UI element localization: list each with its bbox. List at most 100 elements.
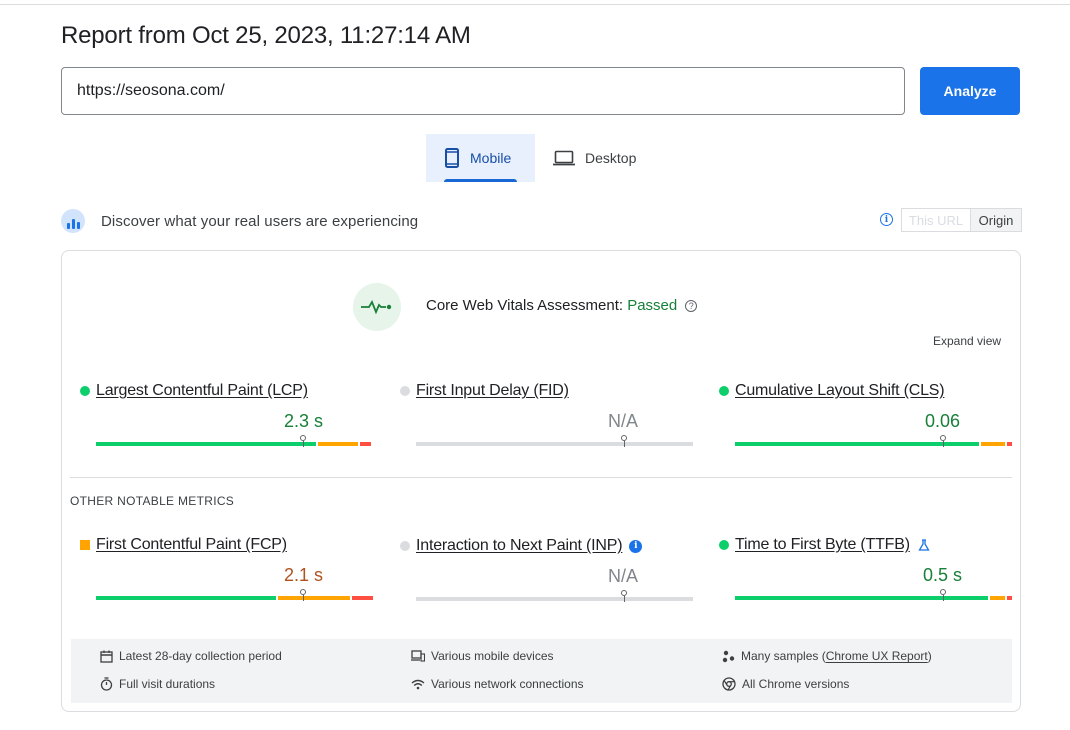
metric-name[interactable]: Cumulative Layout Shift (CLS) xyxy=(735,382,945,400)
report-title: Report from Oct 25, 2023, 11:27:14 AM xyxy=(61,22,471,49)
metric-ttfb: Time to First Byte (TTFB) 0.5 s xyxy=(719,536,1012,601)
bar-poor xyxy=(360,442,371,446)
distribution-bar xyxy=(96,596,373,600)
metric-header: Time to First Byte (TTFB) xyxy=(719,536,930,554)
section-divider xyxy=(70,477,1012,478)
metric-name[interactable]: First Input Delay (FID) xyxy=(416,382,569,400)
heartbeat-icon xyxy=(353,283,401,331)
metric-name[interactable]: First Contentful Paint (FCP) xyxy=(96,536,287,554)
collection-period-label: Latest 28-day collection period xyxy=(119,649,282,663)
bar-poor xyxy=(1007,442,1012,446)
chrome-versions: All Chrome versions xyxy=(722,677,849,691)
device-tabs: Mobile Desktop xyxy=(426,134,654,182)
calendar-icon xyxy=(100,650,113,663)
metric-value: 0.06 xyxy=(925,411,961,431)
tab-mobile-label: Mobile xyxy=(470,150,512,166)
metric-header: Largest Contentful Paint (LCP) xyxy=(80,382,308,400)
analyze-button[interactable]: Analyze xyxy=(920,67,1020,115)
devices-label: Various mobile devices xyxy=(431,649,554,663)
bar-na xyxy=(416,597,693,601)
devices-icon xyxy=(411,650,425,662)
percentile-marker xyxy=(940,589,946,603)
chrome-versions-label: All Chrome versions xyxy=(742,677,850,691)
other-metrics-heading: OTHER NOTABLE METRICS xyxy=(70,494,235,508)
distribution-bar xyxy=(96,442,373,446)
metric-header: First Input Delay (FID) xyxy=(400,382,569,400)
field-data-card: Core Web Vitals Assessment: Passed? Expa… xyxy=(61,250,1021,712)
bar-average xyxy=(990,596,1005,600)
distribution-bar xyxy=(735,442,1012,446)
bar-good xyxy=(735,596,988,600)
collection-period: Latest 28-day collection period xyxy=(100,649,282,663)
network: Various network connections xyxy=(411,677,584,691)
bar-na xyxy=(416,442,693,446)
bar-poor xyxy=(352,596,373,600)
metric-lcp: Largest Contentful Paint (LCP) 2.3 s xyxy=(80,382,371,447)
metric-inp: Interaction to Next Paint (INP) i N/A xyxy=(400,537,693,602)
bar-good xyxy=(96,596,276,600)
chrome-ux-report-link[interactable]: Chrome UX Report xyxy=(826,649,928,663)
tab-desktop[interactable]: Desktop xyxy=(535,134,654,182)
cwv-assessment-status: Passed xyxy=(627,297,678,314)
info-icon[interactable]: i xyxy=(880,213,893,226)
metric-value: N/A xyxy=(608,566,639,586)
metric-name[interactable]: Largest Contentful Paint (LCP) xyxy=(96,382,308,400)
info-icon[interactable]: i xyxy=(629,539,643,553)
distribution-bar xyxy=(735,596,1012,600)
network-label: Various network connections xyxy=(431,677,584,691)
metric-value: 0.5 s xyxy=(923,565,963,585)
percentile-marker xyxy=(300,589,306,603)
active-tab-indicator xyxy=(444,179,517,182)
samples-prefix: Many samples ( xyxy=(741,649,826,663)
field-data-header: Discover what your real users are experi… xyxy=(61,207,1021,235)
metric-header: Interaction to Next Paint (INP) i xyxy=(400,537,643,555)
metric-value: 2.3 s xyxy=(284,411,324,431)
metric-cls: Cumulative Layout Shift (CLS) 0.06 xyxy=(719,382,1012,447)
flask-icon xyxy=(918,539,930,551)
percentile-marker xyxy=(621,435,627,449)
percentile-marker xyxy=(300,435,306,449)
metric-header: Cumulative Layout Shift (CLS) xyxy=(719,382,945,400)
status-dot xyxy=(400,386,410,396)
bar-average xyxy=(278,596,350,600)
collection-info-footer: Latest 28-day collection period Full vis… xyxy=(71,639,1012,703)
metric-fcp: First Contentful Paint (FCP) 2.1 s xyxy=(80,536,373,601)
toggle-this-url[interactable]: This URL xyxy=(902,209,971,231)
url-input[interactable]: https://seosona.com/ xyxy=(61,67,905,115)
top-divider xyxy=(0,4,1070,5)
cwv-assessment-label: Core Web Vitals Assessment: xyxy=(426,297,628,314)
smartphone-icon xyxy=(445,148,459,168)
bar-poor xyxy=(1007,596,1012,600)
visit-durations-label: Full visit durations xyxy=(119,677,216,691)
samples: Many samples (Chrome UX Report) xyxy=(722,649,932,663)
distribution-bar xyxy=(416,597,693,601)
help-icon[interactable]: ? xyxy=(685,300,698,312)
samples-suffix: ) xyxy=(927,649,932,663)
wifi-icon xyxy=(411,679,425,689)
expand-view-button[interactable]: Expand view xyxy=(933,334,1001,348)
cwv-assessment: Core Web Vitals Assessment: Passed? xyxy=(426,297,698,314)
percentile-marker xyxy=(940,435,946,449)
status-dot xyxy=(719,386,729,396)
visit-durations: Full visit durations xyxy=(100,677,215,691)
chrome-icon xyxy=(722,677,736,691)
percentile-marker xyxy=(621,590,627,604)
metric-value: 2.1 s xyxy=(284,565,324,585)
url-origin-toggle: This URL Origin xyxy=(901,208,1022,232)
metric-header: First Contentful Paint (FCP) xyxy=(80,536,287,554)
bar-good xyxy=(96,442,316,446)
status-dot xyxy=(80,386,90,396)
distribution-bar xyxy=(416,442,693,446)
stopwatch-icon xyxy=(100,677,113,691)
bar-average xyxy=(318,442,358,446)
metric-fid: First Input Delay (FID) N/A xyxy=(400,382,693,447)
tab-desktop-label: Desktop xyxy=(585,150,637,166)
toggle-origin[interactable]: Origin xyxy=(971,209,1021,231)
metric-value: N/A xyxy=(608,411,639,431)
url-input-value: https://seosona.com/ xyxy=(77,82,225,99)
status-dot xyxy=(719,540,729,550)
metric-name[interactable]: Interaction to Next Paint (INP) xyxy=(416,537,623,555)
tab-mobile[interactable]: Mobile xyxy=(426,134,535,182)
metric-name[interactable]: Time to First Byte (TTFB) xyxy=(735,536,910,554)
devices: Various mobile devices xyxy=(411,649,554,663)
